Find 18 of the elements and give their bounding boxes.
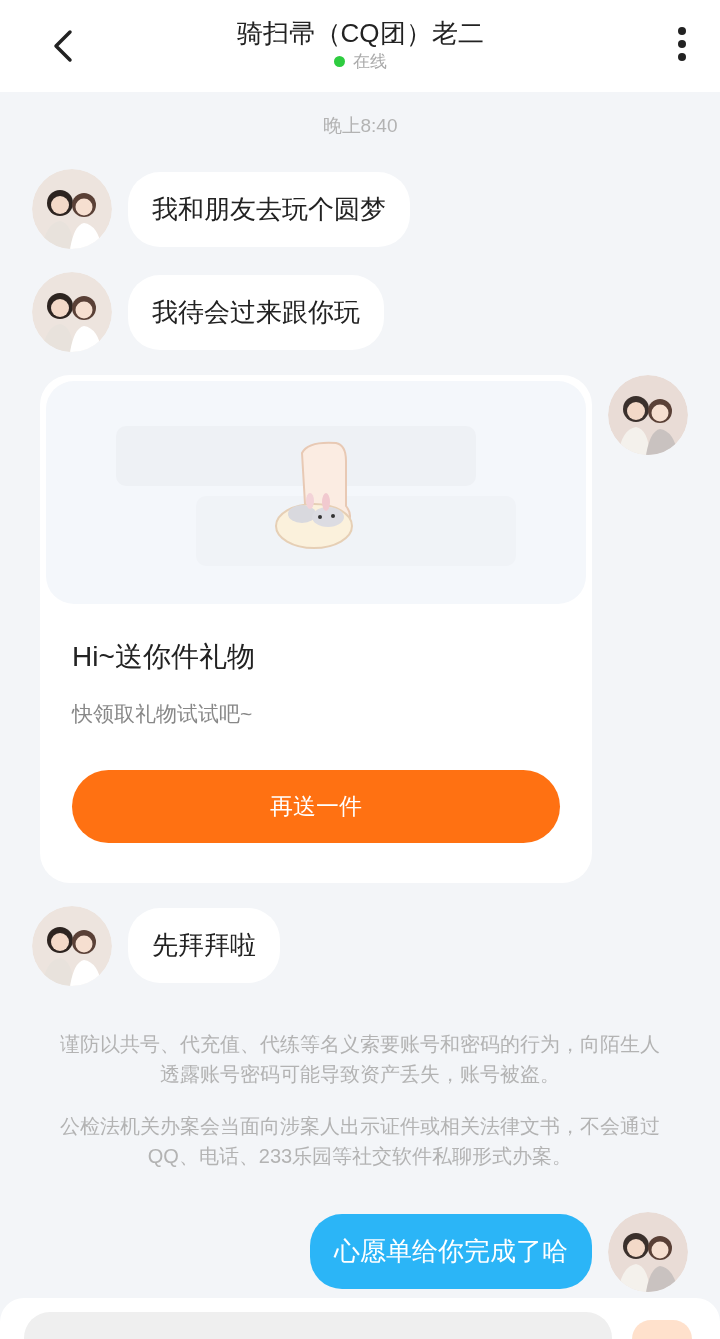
chat-title: 骑扫帚（CQ团）老二 xyxy=(236,17,484,49)
gift-subtitle: 快领取礼物试试吧~ xyxy=(72,701,254,727)
avatar[interactable] xyxy=(32,272,112,352)
safety-notice: 公检法机关办案会当面向涉案人出示证件或相关法律文书，不会通过QQ、电话、233乐园等社交软件私聊形式办案。 xyxy=(59,1113,661,1169)
message-bubble: 我待会过来跟你玩 xyxy=(128,274,384,350)
send-again-button[interactable]: 再送一件 xyxy=(72,769,560,843)
avatar[interactable] xyxy=(32,905,112,986)
safety-notice: 谨防以共号、代充值、代练等名义索要账号和密码的行为，向陌生人透露账号密码可能导致资产丢失，账号被盗。 xyxy=(59,1031,661,1087)
message-bubble: 我和朋友去玩个圆梦 xyxy=(128,171,410,247)
status-text: 在线 xyxy=(352,50,387,73)
avatar[interactable] xyxy=(32,169,112,249)
gift-title: Hi~送你件礼物 xyxy=(72,640,256,674)
timestamp: 晚上8:40 xyxy=(321,114,399,138)
avatar[interactable] xyxy=(608,375,688,455)
avatar[interactable] xyxy=(608,1211,688,1292)
more-button[interactable] xyxy=(676,26,688,62)
message-bubble: 心愿单给你完成了哈 xyxy=(310,1214,592,1289)
message-bubble: 先拜拜啦 xyxy=(128,908,280,983)
